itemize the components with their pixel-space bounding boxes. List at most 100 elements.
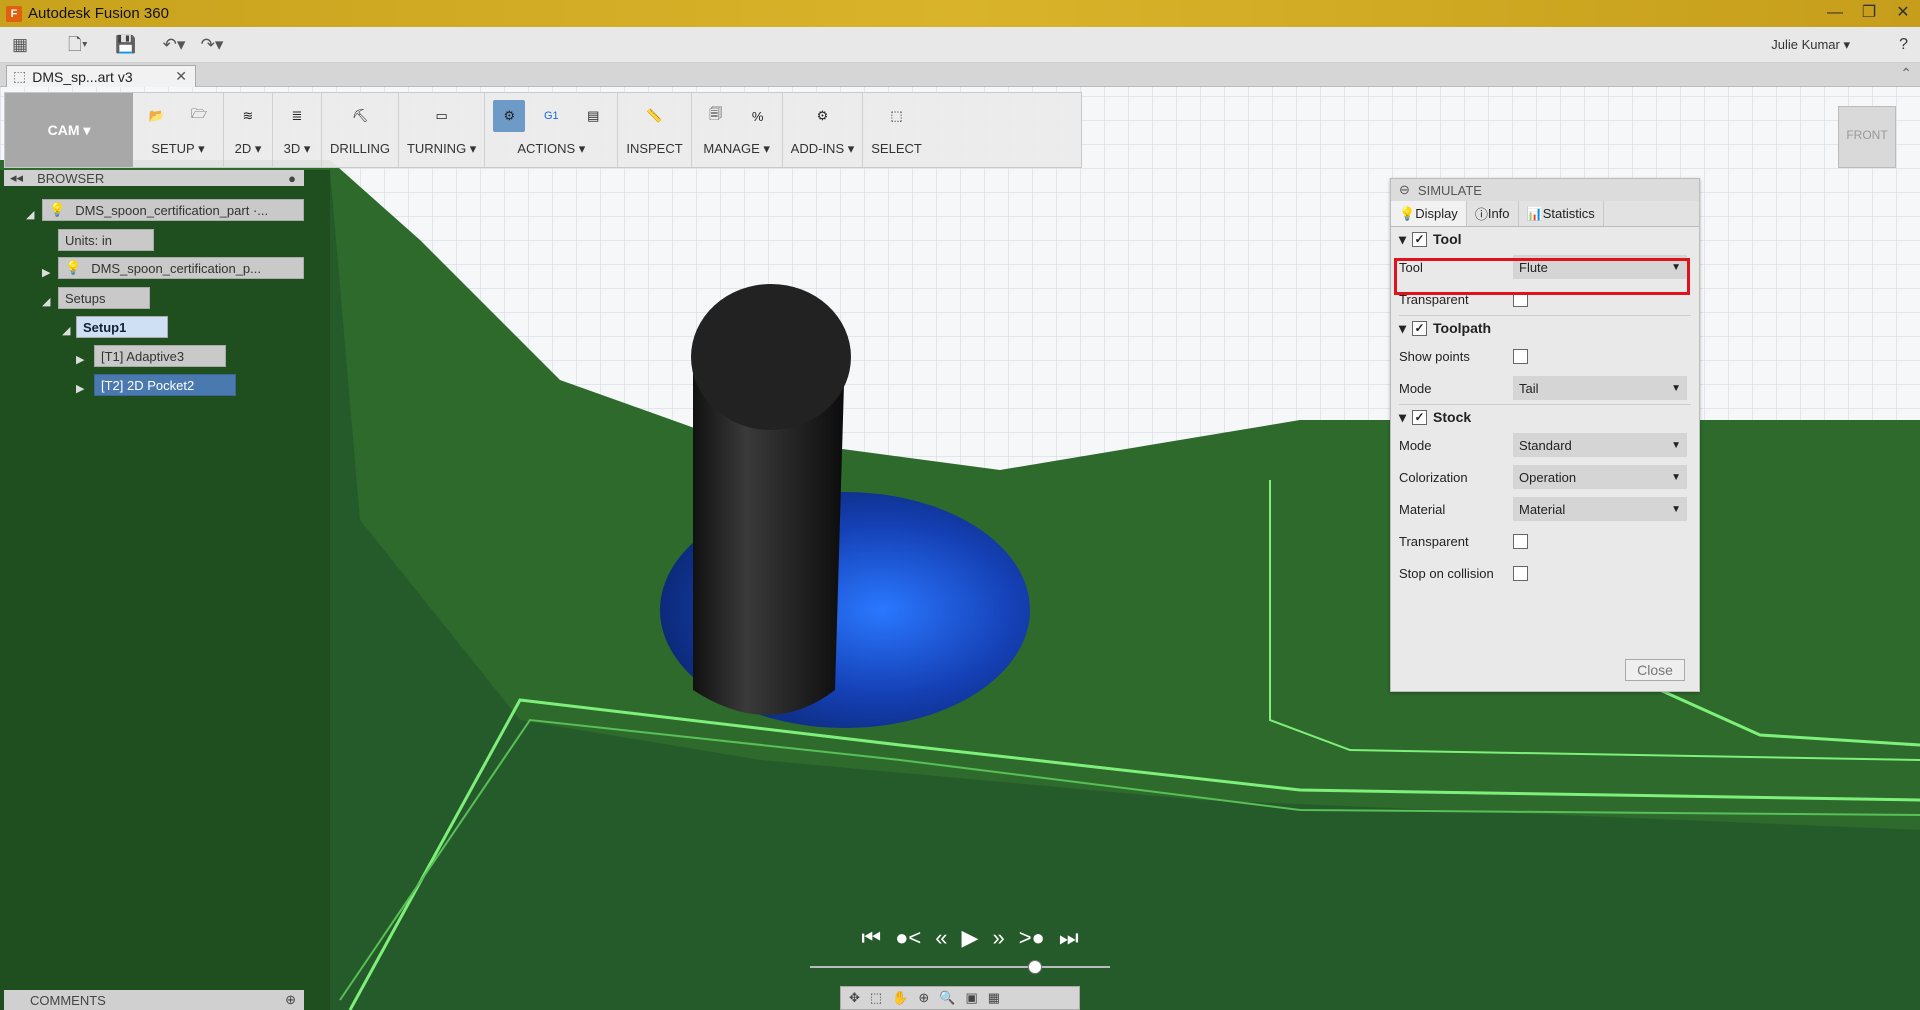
go-to-start-icon[interactable]: ⏮: [861, 925, 881, 951]
simulate-tabs: 💡 Display ⓘ Info 📊 Statistics: [1391, 201, 1699, 227]
user-menu[interactable]: Julie Kumar ▾: [1771, 37, 1850, 53]
tool-library-icon[interactable]: 🗐: [700, 100, 732, 132]
minimize-icon[interactable]: —: [1818, 0, 1852, 27]
step-back-icon[interactable]: «: [935, 925, 947, 951]
turning-group[interactable]: ▭ TURNING ▾: [399, 93, 486, 167]
tab-statistics[interactable]: 📊 Statistics: [1519, 201, 1604, 226]
expand-root-icon[interactable]: ◢: [26, 208, 34, 221]
toolpath-section[interactable]: ▾ ✓ Toolpath: [1391, 316, 1699, 340]
2d-toolpath-icon[interactable]: ≋: [232, 100, 264, 132]
colorization-dropdown[interactable]: Operation ▼: [1513, 465, 1687, 489]
pin-icon[interactable]: ●: [288, 171, 296, 186]
stock-mode-row: Mode Standard ▼: [1391, 429, 1699, 461]
drilling-group[interactable]: ⛏ DRILLING: [322, 93, 399, 167]
turning-icon[interactable]: ▭: [426, 100, 458, 132]
setups-node[interactable]: Setups: [58, 287, 150, 309]
expand-setup1-icon[interactable]: ◢: [62, 324, 70, 337]
window-controls: — ❐ ✕: [1818, 0, 1920, 27]
open-folder-icon[interactable]: 🗁: [183, 100, 215, 132]
stop-on-collision-checkbox[interactable]: [1513, 565, 1528, 581]
go-to-end-icon[interactable]: ⏭: [1059, 925, 1079, 951]
select-group[interactable]: ⬚ SELECT: [863, 93, 930, 167]
play-icon[interactable]: ▶: [962, 925, 979, 951]
view-cube[interactable]: FRONT: [1838, 106, 1896, 168]
expand-tool-icon[interactable]: ▾: [1399, 231, 1406, 248]
browser-header[interactable]: ◂◂ BROWSER ●: [4, 170, 304, 186]
units-node[interactable]: Units: in: [58, 229, 154, 251]
next-operation-icon[interactable]: >●: [1019, 925, 1045, 951]
expand-toolpath-icon[interactable]: ▾: [1399, 320, 1406, 337]
2d-group[interactable]: ≋ 2D ▾: [224, 93, 273, 167]
3d-group[interactable]: ≣ 3D ▾: [273, 93, 322, 167]
panel-collapse-icon[interactable]: ⊖: [1399, 182, 1410, 198]
pan-icon[interactable]: ✋: [892, 990, 908, 1006]
restore-icon[interactable]: ❐: [1852, 0, 1886, 27]
expand-body-icon[interactable]: ▶: [42, 266, 50, 279]
inspect-group[interactable]: 📏 INSPECT: [618, 93, 692, 167]
simulate-icon[interactable]: ⚙: [493, 100, 526, 132]
root-component[interactable]: 💡 DMS_spoon_certification_part ·...: [42, 199, 304, 221]
close-tab-icon[interactable]: ✕: [175, 68, 187, 85]
expand-stock-icon[interactable]: ▾: [1399, 409, 1406, 426]
toolpath-visible-checkbox[interactable]: ✓: [1412, 320, 1428, 336]
step-forward-icon[interactable]: »: [992, 925, 1004, 951]
tab-display[interactable]: 💡 Display: [1391, 201, 1467, 226]
measure-icon[interactable]: 📏: [639, 100, 671, 132]
zoom-icon[interactable]: 🔍: [939, 990, 955, 1006]
zoom-window-icon[interactable]: ⊕: [918, 990, 929, 1006]
help-icon[interactable]: ?: [1899, 36, 1908, 54]
display-settings-icon[interactable]: ▣: [965, 990, 977, 1006]
body-node[interactable]: 💡 DMS_spoon_certification_p...: [58, 257, 304, 279]
document-tab[interactable]: ⬚ DMS_sp...art v3 ✕: [6, 65, 196, 87]
addins-group[interactable]: ⚙ ADD-INS ▾: [783, 93, 864, 167]
scripts-icon[interactable]: ⚙: [806, 100, 838, 132]
stock-transparent-checkbox[interactable]: [1513, 533, 1528, 549]
add-comment-icon[interactable]: ⊕: [285, 992, 296, 1008]
post-process-icon[interactable]: G1: [535, 100, 567, 132]
tool-visible-checkbox[interactable]: ✓: [1412, 231, 1428, 247]
material-dropdown[interactable]: Material ▼: [1513, 497, 1687, 521]
collapse-browser-icon[interactable]: ◂◂: [10, 170, 23, 186]
chevron-down-icon: ▼: [1671, 503, 1681, 515]
simulation-timeline[interactable]: [810, 960, 1110, 974]
setup1-node[interactable]: Setup1: [76, 316, 168, 338]
comments-bar[interactable]: COMMENTS ⊕: [4, 990, 304, 1010]
data-panel-grid-icon[interactable]: ▦: [6, 31, 34, 59]
show-points-checkbox[interactable]: [1513, 348, 1528, 364]
select-cursor-icon[interactable]: ⬚: [881, 100, 913, 132]
tab-info[interactable]: ⓘ Info: [1467, 201, 1519, 226]
template-icon[interactable]: %: [742, 100, 774, 132]
grid-settings-icon[interactable]: ▦: [988, 990, 1000, 1006]
tool-section[interactable]: ▾ ✓ Tool: [1391, 227, 1699, 251]
operation-2d-pocket2[interactable]: [T2] 2D Pocket2: [94, 374, 236, 396]
undo-icon[interactable]: ↶▾: [160, 31, 188, 59]
close-button[interactable]: Close: [1625, 659, 1685, 681]
setup-group[interactable]: 📂 🗁 SETUP ▾: [133, 93, 224, 167]
expand-op1-icon[interactable]: ▶: [76, 353, 84, 366]
close-window-icon[interactable]: ✕: [1886, 0, 1920, 27]
operation-adaptive3[interactable]: [T1] Adaptive3: [94, 345, 226, 367]
3d-toolpath-icon[interactable]: ≣: [281, 100, 313, 132]
file-menu-icon[interactable]: 🗋▾: [64, 31, 92, 59]
visibility-bulb-icon[interactable]: 💡: [65, 260, 81, 276]
previous-operation-icon[interactable]: ●<: [895, 925, 921, 951]
actions-group[interactable]: ⚙ G1 ▤ ACTIONS ▾: [485, 93, 619, 167]
save-icon[interactable]: 💾: [112, 31, 140, 59]
collapse-icon[interactable]: ⌃: [1900, 65, 1912, 82]
manage-group[interactable]: 🗐% MANAGE ▾: [692, 93, 783, 167]
workspace-switcher[interactable]: CAM ▾: [5, 93, 133, 167]
timeline-slider-handle[interactable]: [1028, 960, 1042, 974]
expand-op2-icon[interactable]: ▶: [76, 382, 84, 395]
drill-icon[interactable]: ⛏: [344, 100, 376, 132]
stock-mode-dropdown[interactable]: Standard ▼: [1513, 433, 1687, 457]
redo-icon[interactable]: ↷▾: [198, 31, 226, 59]
visibility-bulb-icon[interactable]: 💡: [49, 202, 65, 218]
orbit-icon[interactable]: ✥: [849, 990, 860, 1006]
stock-visible-checkbox[interactable]: ✓: [1412, 409, 1428, 425]
new-setup-icon[interactable]: 📂: [141, 100, 173, 132]
look-at-icon[interactable]: ⬚: [870, 990, 882, 1006]
stock-section[interactable]: ▾ ✓ Stock: [1391, 405, 1699, 429]
toolpath-mode-dropdown[interactable]: Tail ▼: [1513, 376, 1687, 400]
setup-sheet-icon[interactable]: ▤: [577, 100, 609, 132]
expand-setups-icon[interactable]: ◢: [42, 295, 50, 308]
